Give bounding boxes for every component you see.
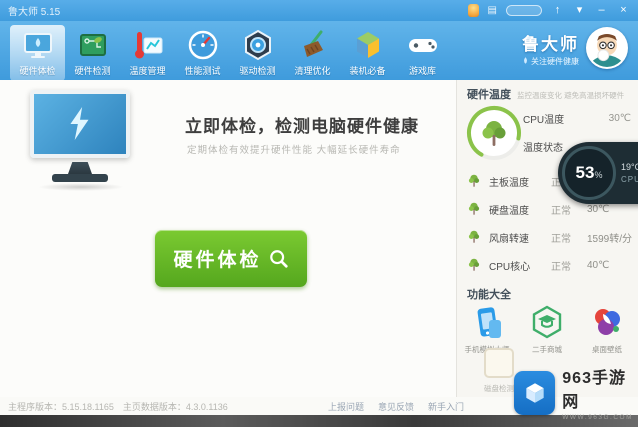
skin-icon[interactable]: ▤ [488,5,497,16]
cta-label: 硬件体检 [173,250,262,271]
widget-caption: CPU [621,175,638,184]
tab-label: 温度管理 [129,66,166,76]
main-toolbar: 硬件体检 硬件检测 温度管理 性能测试 驱动检测 清理优化 装机必备 游戏库 鲁… [0,21,638,81]
monitor-base [52,174,108,182]
link-beginner-guide[interactable]: 新手入门 [428,400,464,413]
page-title: 立即体检，检测电脑硬件健康 [185,117,419,136]
monitor-drop-icon [23,33,52,58]
mascot-avatar[interactable] [586,27,628,69]
version-text: 主程序版本：5.15.18.1165 主页数据版本：4.3.0.1136 [8,401,228,412]
hardware-checkup-button[interactable]: 硬件体检 [155,230,307,287]
gamepad-icon [408,39,437,52]
lightning-icon [70,107,89,140]
menu-chevron-icon[interactable]: ▾ [573,5,586,16]
tab-label: 清理优化 [294,66,331,76]
temp-section-title: 硬件温度 [467,89,511,101]
tab-label: 游戏库 [408,66,436,76]
cube-3d-icon [356,32,379,58]
temp-row-fan: 风扇转速 正常 1599转/分 [467,226,635,248]
watermark: 963手游网 WWW.963G.COM [514,364,638,421]
tab-driver-detect[interactable]: 驱动检测 [230,25,285,81]
temp-row-cpu-core: CPU核心 正常 40℃ [467,254,635,276]
watermark-url: WWW.963G.COM [562,414,634,421]
colorful-wallpaper-icon [595,309,620,335]
feature-wallpaper[interactable]: 桌面壁纸 [579,304,635,355]
tree-icon [468,202,480,215]
upload-icon[interactable]: ↑ [551,5,564,16]
watermark-cube-icon [514,370,556,415]
thermometer-chart-icon [134,32,162,59]
monitor-shadow [38,183,124,191]
brand-logo-text: 鲁大师 [522,34,579,54]
title-bar: 鲁大师 5.15 ▤ ↑ ▾ – × [0,0,638,21]
page-subtitle: 定期体检有效提升硬件性能 大幅延长硬件寿命 [187,145,401,156]
temp-section-subtitle: 监控温度变化 避免高温损坏硬件 [517,91,625,100]
tab-label: 硬件检测 [74,66,111,76]
hexagon-cap-icon [532,305,562,339]
floating-monitor-widget[interactable]: 53 % 19°C CPU [558,142,638,204]
gift-icon[interactable] [467,4,479,17]
magnifier-icon [269,249,288,268]
features-section-title: 功能大全 [467,289,511,301]
link-report-issue[interactable]: 上报问题 [328,400,364,413]
link-feedback[interactable]: 意见反馈 [378,400,414,413]
tab-essentials[interactable]: 装机必备 [340,25,395,81]
gauge-row-cpu-temp: CPU温度 30℃ [523,113,631,126]
monitor-illustration [30,90,130,158]
tree-icon [468,174,480,187]
brand-block: 鲁大师 关注硬件健康 [522,25,632,69]
tab-hardware-detect[interactable]: 硬件检测 [65,25,120,81]
tab-benchmark[interactable]: 性能测试 [175,25,230,81]
temperature-gauge [467,106,521,160]
tree-icon [468,258,480,271]
hexagon-gear-icon [244,29,271,61]
promo-pill[interactable] [506,5,542,16]
tab-label: 硬件体检 [19,66,56,76]
tab-label: 装机必备 [349,66,386,76]
speedometer-icon [188,30,217,60]
usage-ring: 53 % [562,146,616,200]
disk-icon [484,348,514,378]
widget-temp: 19°C [621,162,638,172]
feature-secondhand-mall[interactable]: 二手商城 [519,304,575,355]
broom-icon [303,30,323,57]
app-window: 鲁大师 5.15 ▤ ↑ ▾ – × 硬件体检 硬件检测 温度管理 性能测试 驱… [0,0,638,427]
tab-label: 驱动检测 [239,66,276,76]
tree-icon [468,230,480,243]
watermark-name: 963手游网 [562,370,626,411]
sidebar: 硬件温度 监控温度变化 避免高温损坏硬件 CPU温度 30℃ 温度状态 正常 [456,80,638,397]
drop-icon [523,56,528,64]
tab-hardware-checkup[interactable]: 硬件体检 [10,25,65,81]
brand-tagline: 关注硬件健康 [522,56,579,67]
main-panel: 立即体检，检测电脑硬件健康 定期体检有效提升硬件性能 大幅延长硬件寿命 硬件体检 [0,80,456,397]
tab-game-library[interactable]: 游戏库 [395,25,450,81]
tab-temperature[interactable]: 温度管理 [120,25,175,81]
close-button[interactable]: × [617,5,630,16]
mascot-icon [588,29,626,67]
tab-label: 性能测试 [184,66,221,76]
tab-cleanup[interactable]: 清理优化 [285,25,340,81]
monitor-stand [68,162,92,174]
circuit-board-icon [79,34,106,56]
phone-icon [477,307,501,338]
window-title: 鲁大师 5.15 [8,7,61,18]
minimize-button[interactable]: – [595,5,608,16]
